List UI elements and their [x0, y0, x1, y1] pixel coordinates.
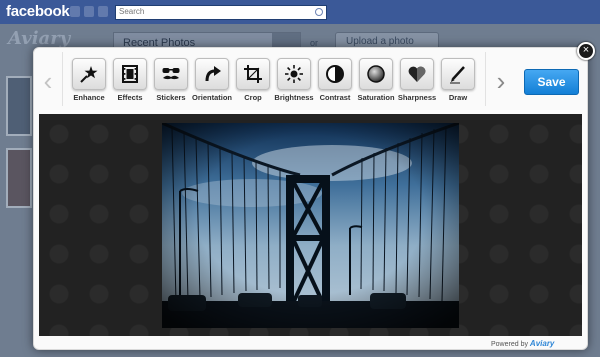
close-button[interactable]: × [577, 42, 595, 60]
film-strip-icon [113, 58, 147, 90]
pen-icon [441, 58, 475, 90]
aviary-logo: Aviary [8, 28, 71, 49]
photo-thumbnail[interactable] [6, 148, 32, 208]
mustache-glasses-icon [154, 58, 188, 90]
facebook-logo[interactable]: facebook [6, 3, 70, 20]
search-box[interactable]: Search [115, 5, 327, 20]
magic-wand-star-icon [72, 58, 106, 90]
aviary-brand-link[interactable]: Aviary [530, 339, 554, 348]
facebook-header: facebook Search [0, 0, 600, 24]
crop-icon [236, 58, 270, 90]
search-input[interactable]: Search [119, 7, 144, 16]
saturation-circle-icon [359, 58, 393, 90]
powered-by-label: Powered by [491, 341, 528, 348]
save-button[interactable]: Save [524, 69, 579, 95]
photo-thumbnail[interactable] [6, 76, 32, 136]
upload-photo-label: Upload a photo [346, 36, 414, 47]
notifications-icon[interactable] [98, 6, 108, 17]
search-icon[interactable] [315, 8, 323, 16]
photo-bridge[interactable] [162, 123, 459, 328]
next-tools-button[interactable]: › [492, 62, 510, 100]
tool-label: Draw [448, 93, 468, 102]
friend-requests-icon[interactable] [70, 6, 80, 17]
messages-icon[interactable] [84, 6, 94, 17]
rotate-icon [195, 58, 229, 90]
powered-by: Powered by Aviary [491, 339, 554, 348]
previous-tools-button[interactable]: ‹ [39, 62, 57, 100]
contrast-icon [318, 58, 352, 90]
heart-icon [400, 58, 434, 90]
sun-icon [277, 58, 311, 90]
tool-pager [265, 106, 286, 119]
tool-draw[interactable]: Draw [434, 58, 482, 104]
